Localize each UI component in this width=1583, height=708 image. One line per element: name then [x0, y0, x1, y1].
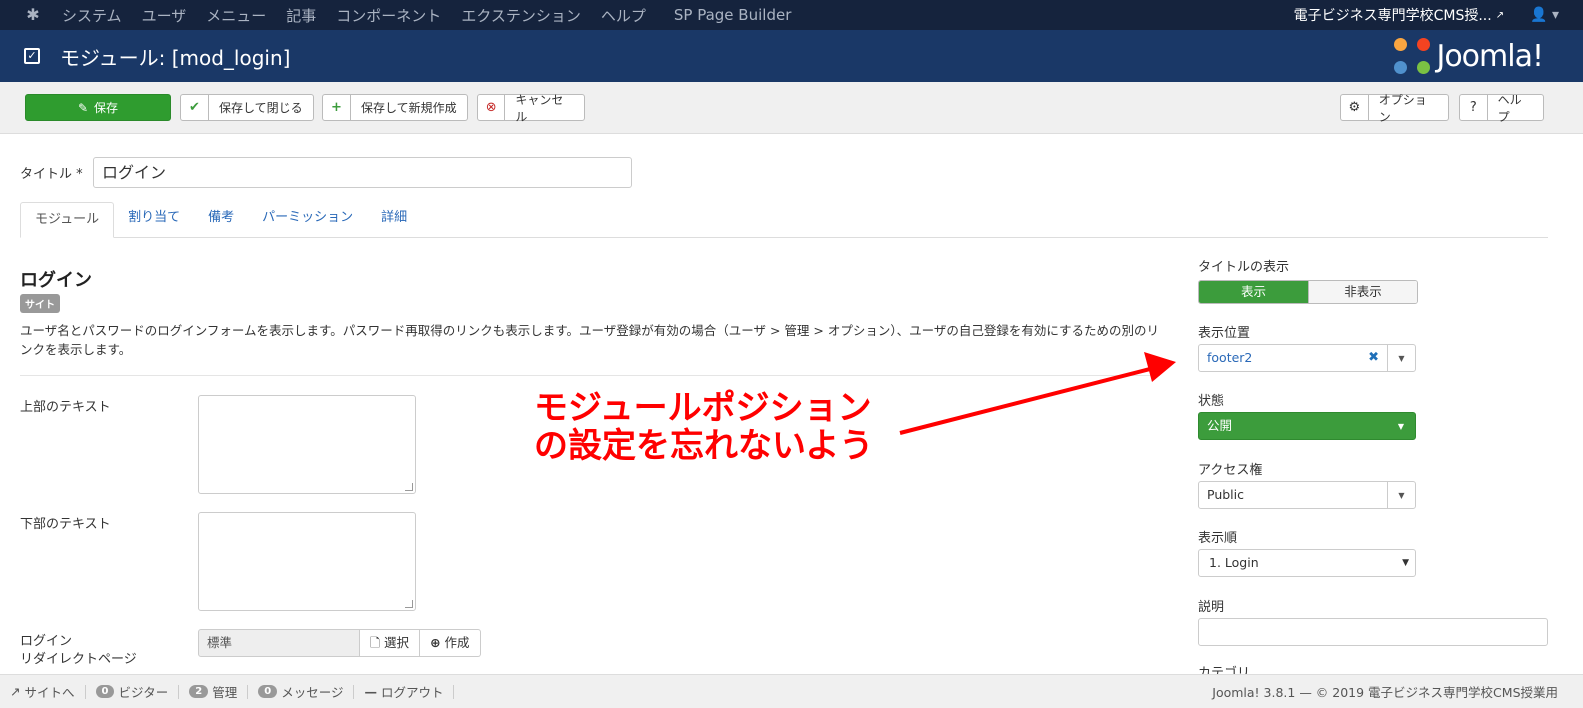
title-row: タイトル * ログイン: [20, 157, 632, 188]
plus-circle-icon: ⊕: [430, 635, 441, 650]
save-new-button[interactable]: + 保存して新規作成: [322, 94, 468, 121]
external-link-icon: ↗: [10, 684, 21, 699]
ordering-value: 1. Login: [1209, 555, 1259, 570]
site-badge: サイト: [20, 294, 60, 313]
module-description: ユーザ名とパスワードのログインフォームを表示します。パスワード再取得のリンクも表…: [20, 323, 1159, 357]
access-label: アクセス権: [1198, 463, 1263, 478]
plus-icon: +: [323, 95, 351, 120]
chevron-down-icon: ▼: [1387, 345, 1415, 371]
chevron-down-icon: ▼: [1387, 482, 1415, 508]
top-navbar: ✱ システム ユーザ メニュー 記事 コンポーネント エクステンション ヘルプ …: [0, 0, 1583, 30]
status-visitors: 0 ビジター: [86, 684, 180, 700]
show-title-label: タイトルの表示: [1198, 260, 1290, 275]
show-title-on[interactable]: 表示: [1199, 281, 1308, 303]
edit-icon: ✎: [77, 100, 89, 115]
status-bar: ↗ サイトへ 0 ビジター 2 管理 0 メッセージ — ログアウト Jooml…: [0, 674, 1583, 708]
ordering-select[interactable]: 1. Login ▼: [1198, 549, 1416, 577]
joomla-brand: Joomla!: [1394, 38, 1544, 74]
menu-help[interactable]: ヘルプ: [601, 5, 646, 26]
status-value: 公開: [1207, 418, 1233, 433]
page-title: モジュール: [mod_login]: [60, 45, 291, 70]
tab-permissions[interactable]: パーミッション: [248, 201, 367, 237]
status-footer: Joomla! 3.8.1 — © 2019 電子ビジネス専門学校CMS授業用: [1212, 685, 1558, 700]
options-button[interactable]: ⚙ オプション: [1340, 93, 1449, 124]
menu-content[interactable]: 記事: [286, 5, 316, 26]
status-select[interactable]: 公開 ▼: [1198, 412, 1416, 440]
redirect-label-line2: リダイレクトページ: [20, 652, 137, 667]
help-button[interactable]: ? ヘルプ: [1459, 93, 1544, 124]
tab-bar: モジュール 割り当て 備考 パーミッション 詳細: [20, 202, 1548, 238]
show-title-off[interactable]: 非表示: [1308, 281, 1417, 303]
save-button[interactable]: ✎ 保存: [25, 94, 171, 121]
joomla-logo-icon: [1394, 38, 1431, 74]
minus-icon: —: [364, 684, 377, 699]
menu-sp-page-builder[interactable]: SP Page Builder: [674, 6, 791, 24]
redirect-label-line1: ログイン: [20, 634, 73, 649]
brand-text: Joomla!: [1436, 38, 1544, 74]
annotation-line-2: の設定を忘れないよう: [534, 426, 874, 466]
question-icon: ?: [1460, 95, 1488, 120]
posttext-textarea[interactable]: [198, 512, 416, 611]
note-input[interactable]: [1198, 618, 1548, 646]
check-icon: ✔: [181, 95, 209, 120]
cancel-icon: ⊗: [478, 95, 506, 120]
status-messages[interactable]: 0 メッセージ: [248, 684, 355, 700]
topnav-right: 電子ビジネス専門学校CMS授... ↗ 👤 ▾: [1294, 0, 1559, 30]
menu-menus[interactable]: メニュー: [206, 5, 266, 26]
pretext-textarea[interactable]: [198, 395, 416, 494]
title-label: タイトル *: [20, 167, 83, 182]
toolbar: ✎ 保存 ✔ 保存して閉じる + 保存して新規作成 ⊗ キャンセル ⚙ オプショ…: [0, 82, 1583, 134]
annotation-text: モジュールポジション の設定を忘れないよう: [534, 389, 873, 465]
external-link-icon: ↗: [1495, 9, 1505, 21]
status-label: 状態: [1198, 394, 1225, 409]
status-logout[interactable]: — ログアウト: [354, 684, 455, 700]
chevron-down-icon: ▼: [1402, 558, 1409, 568]
title-input[interactable]: ログイン: [93, 157, 632, 188]
site-link[interactable]: 電子ビジネス専門学校CMS授...: [1294, 5, 1492, 25]
ordering-label: 表示順: [1198, 531, 1238, 546]
tab-assignment[interactable]: 割り当て: [114, 201, 194, 237]
divider: [20, 375, 1160, 376]
file-icon: 🗋: [370, 635, 381, 650]
joomla-menu-icon[interactable]: ✱: [24, 6, 42, 24]
position-label: 表示位置: [1198, 326, 1251, 341]
status-admin: 2 管理: [179, 684, 249, 700]
position-value: footer2: [1207, 350, 1253, 365]
page-header: ✓ モジュール: [mod_login] Joomla!: [0, 30, 1583, 82]
status-site-link[interactable]: ↗ サイトへ: [0, 684, 86, 700]
access-select[interactable]: Public ▼: [1198, 481, 1416, 509]
gear-icon: ⚙: [1341, 95, 1369, 120]
menu-users[interactable]: ユーザ: [142, 5, 187, 26]
position-select[interactable]: footer2 ✖ ▼: [1198, 344, 1416, 372]
annotation-line-1: モジュールポジション: [534, 388, 872, 428]
tab-note[interactable]: 備考: [194, 201, 248, 237]
redirect-create-button[interactable]: ⊕ 作成: [420, 629, 481, 657]
redirect-select-button[interactable]: 🗋 選択: [360, 629, 421, 657]
save-close-button[interactable]: ✔ 保存して閉じる: [180, 94, 314, 121]
menu-components[interactable]: コンポーネント: [336, 5, 441, 26]
show-title-toggle: 表示 非表示: [1198, 280, 1418, 304]
redirect-label: ログイン リダイレクトページ: [20, 633, 137, 669]
access-value: Public: [1207, 487, 1244, 502]
pretext-label: 上部のテキスト: [20, 400, 111, 415]
menu-extensions[interactable]: エクステンション: [461, 5, 581, 26]
cancel-button[interactable]: ⊗ キャンセル: [477, 93, 585, 124]
note-label: 説明: [1198, 600, 1225, 615]
clear-icon[interactable]: ✖: [1368, 345, 1379, 371]
tab-details[interactable]: 詳細: [367, 201, 421, 237]
redirect-value: 標準: [198, 629, 360, 657]
checkbox-icon: ✓: [24, 48, 40, 64]
module-name: ログイン: [20, 270, 92, 291]
redirect-field: 標準 🗋 選択 ⊕ 作成: [198, 629, 481, 657]
main-menu: システム ユーザ メニュー 記事 コンポーネント エクステンション ヘルプ SP…: [62, 5, 811, 26]
menu-system[interactable]: システム: [62, 5, 122, 26]
chevron-down-icon: ▼: [1397, 421, 1405, 431]
posttext-label: 下部のテキスト: [20, 517, 111, 532]
user-icon[interactable]: 👤 ▾: [1530, 7, 1559, 23]
tab-module[interactable]: モジュール: [20, 202, 115, 238]
